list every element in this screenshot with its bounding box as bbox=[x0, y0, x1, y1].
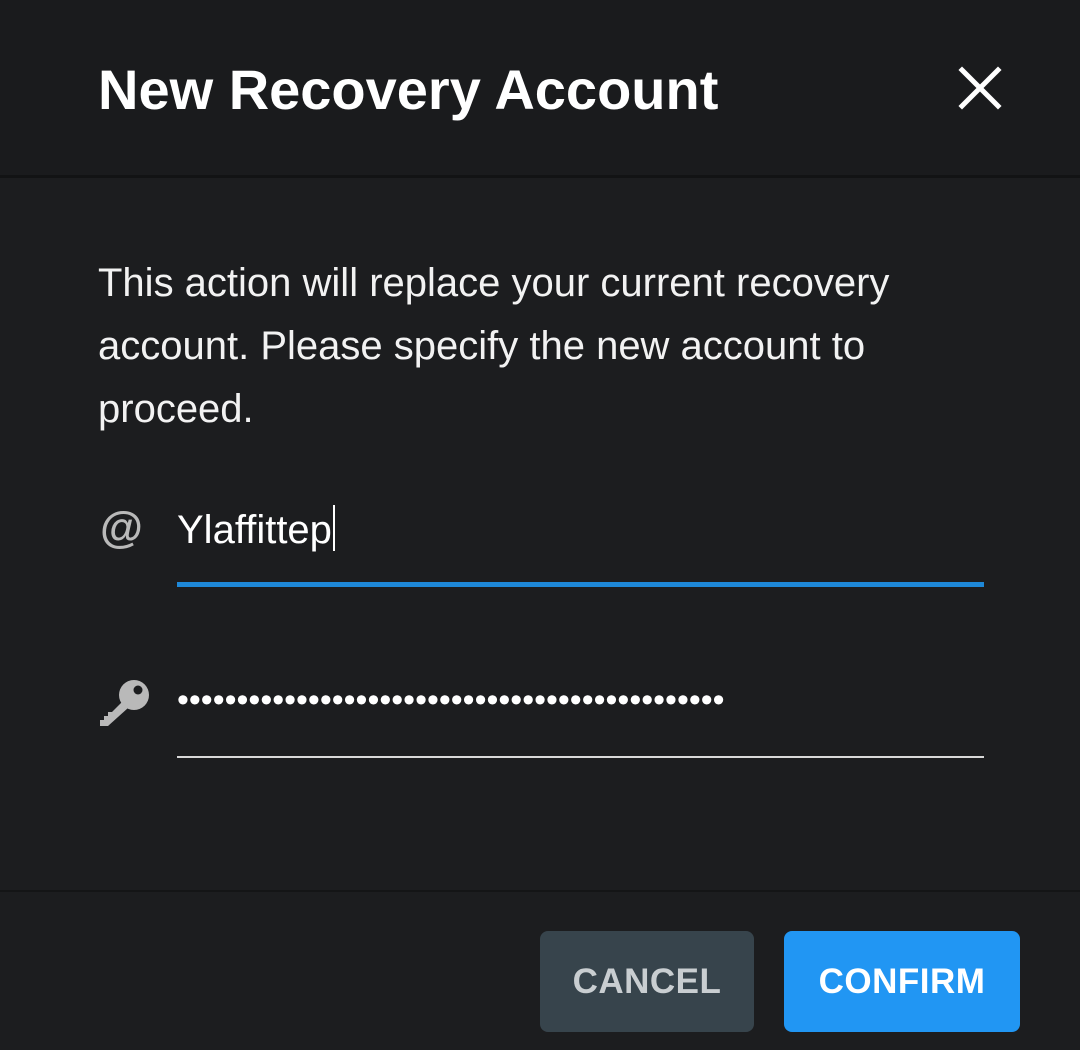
password-input[interactable]: ••••••••••••••••••••••••••••••••••••••••… bbox=[177, 672, 984, 728]
close-icon bbox=[958, 66, 1002, 110]
dialog-message: This action will replace your current re… bbox=[98, 261, 890, 431]
text-caret bbox=[332, 505, 335, 551]
cancel-button[interactable]: CANCEL bbox=[540, 931, 754, 1032]
recovery-account-dialog: New Recovery Account This action will re… bbox=[0, 0, 1080, 1050]
key-icon bbox=[96, 678, 152, 728]
username-underline-focused bbox=[177, 582, 984, 587]
footer-divider bbox=[0, 890, 1080, 892]
at-sign-icon: @ bbox=[100, 503, 143, 552]
password-underline bbox=[177, 756, 984, 758]
username-input[interactable]: Ylaffittep bbox=[177, 500, 984, 560]
dialog-header: New Recovery Account bbox=[0, 0, 1080, 178]
username-value: Ylaffittep bbox=[177, 508, 332, 552]
dialog-title: New Recovery Account bbox=[98, 58, 719, 121]
confirm-button[interactable]: CONFIRM bbox=[784, 931, 1020, 1032]
close-button[interactable] bbox=[950, 58, 1010, 118]
